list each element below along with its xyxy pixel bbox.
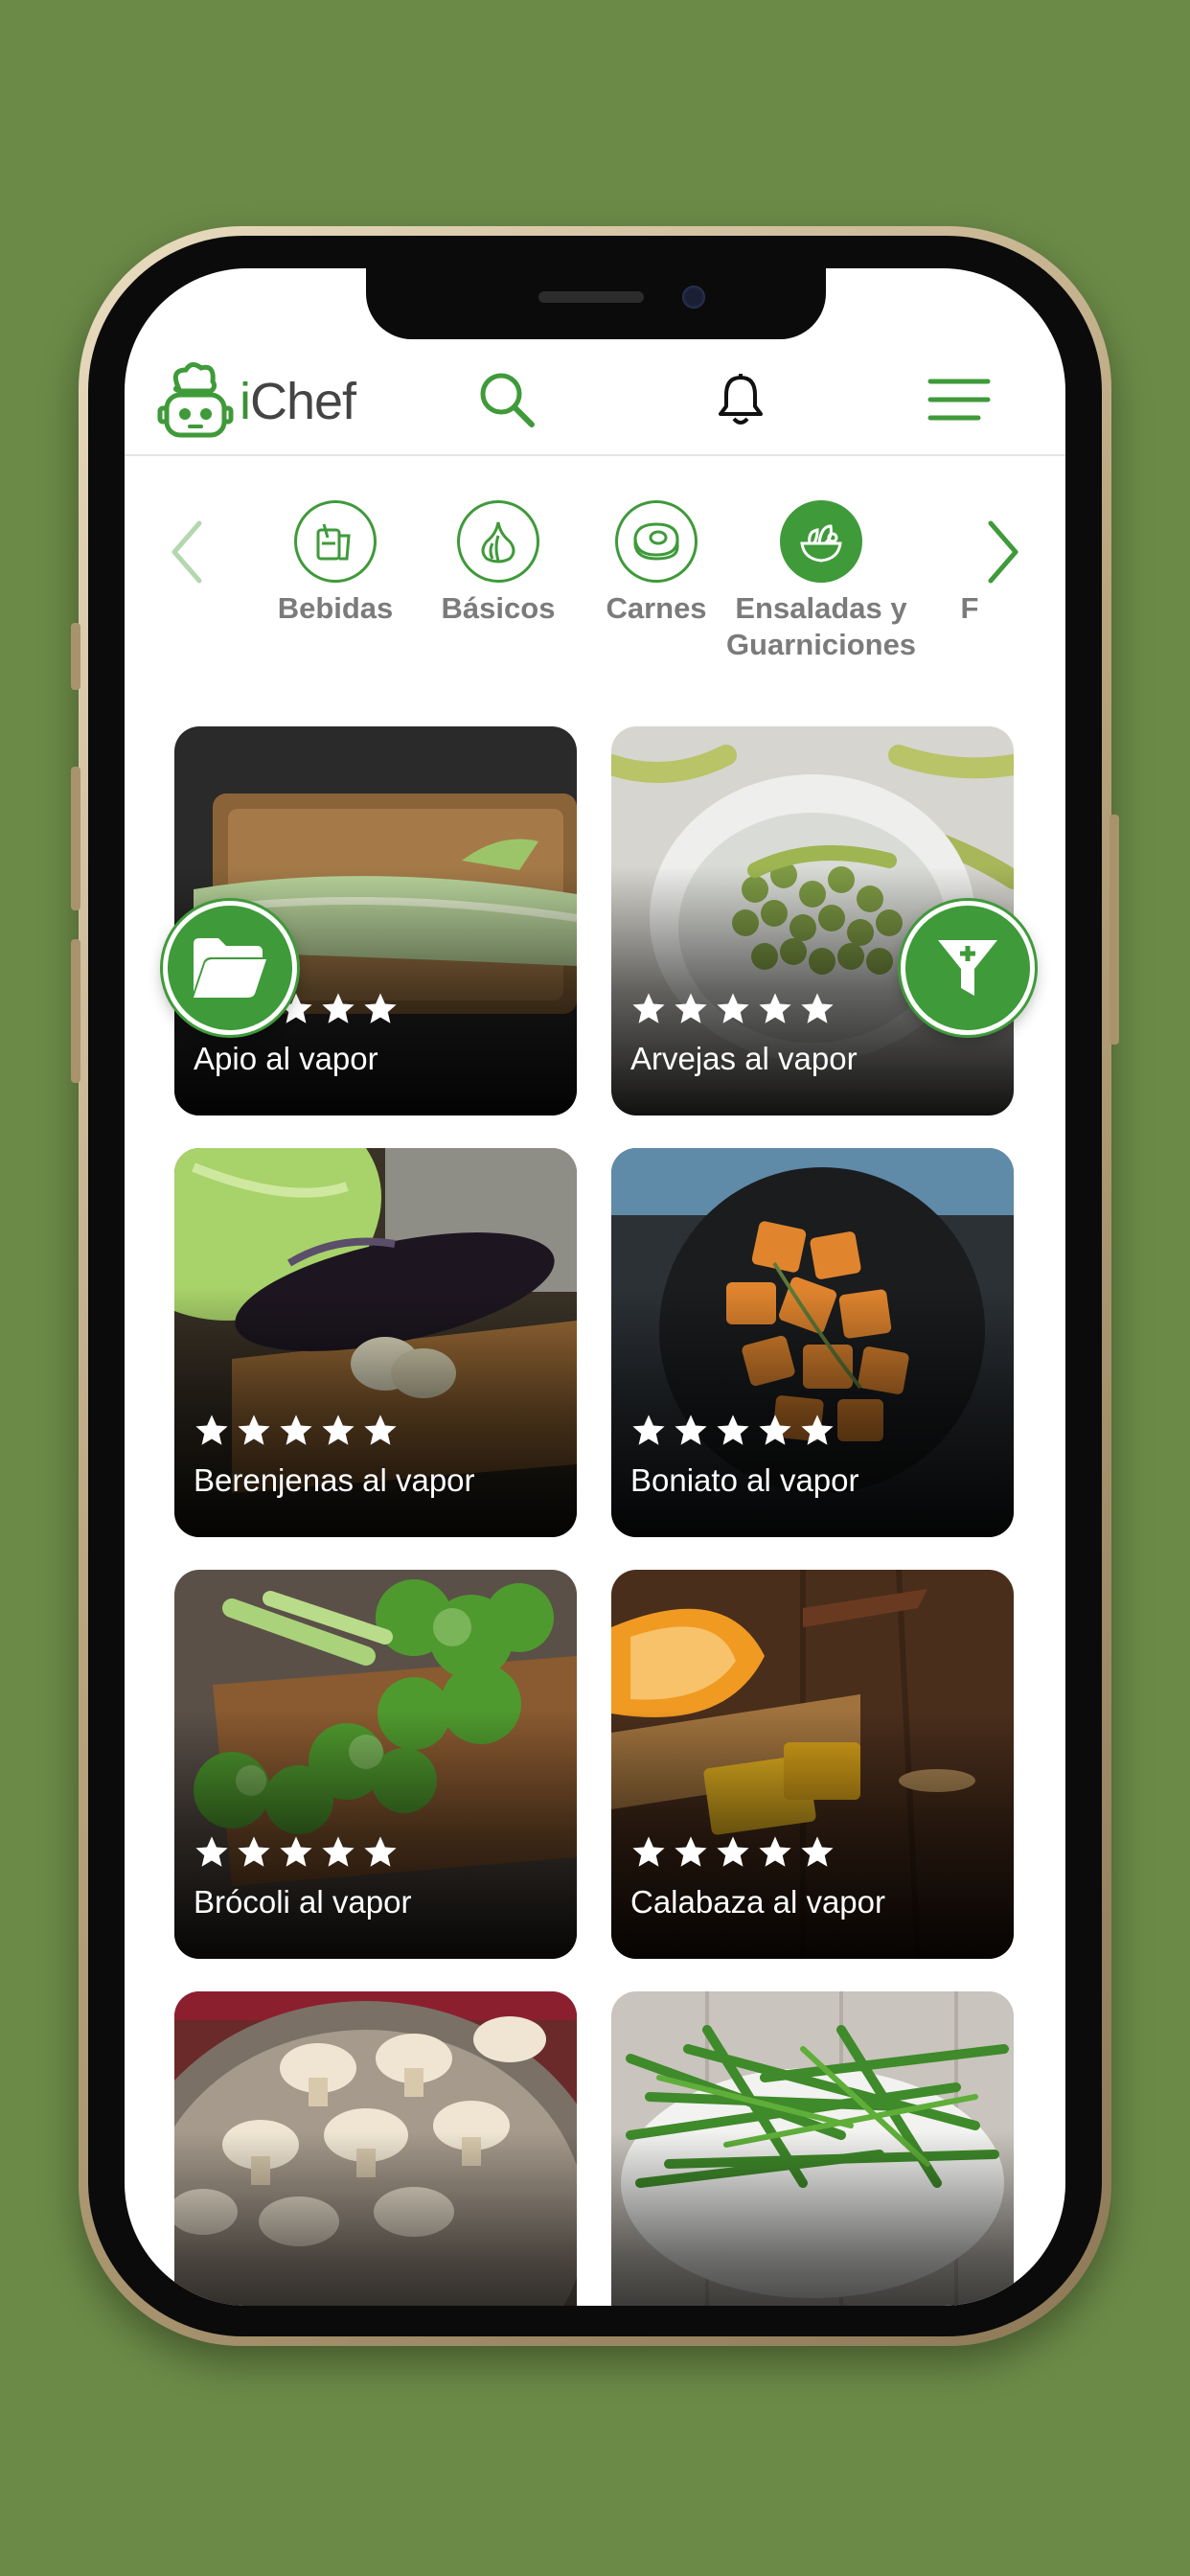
star-icon [759, 1836, 791, 1867]
app-logo[interactable]: iChef [157, 358, 356, 445]
category-label: Básicos [441, 591, 556, 625]
front-camera [682, 286, 705, 309]
mute-switch [71, 623, 80, 690]
recipe-title: Arvejas al vapor [630, 1041, 858, 1076]
star-icon [675, 993, 707, 1024]
folder-icon [194, 938, 266, 998]
folder-button[interactable] [163, 901, 297, 1035]
recipe-card[interactable]: Boniato al vapor [611, 1148, 1014, 1537]
garlic-icon [457, 500, 539, 583]
star-icon [195, 1836, 228, 1867]
star-icon [632, 1414, 665, 1445]
category-bebidas[interactable]: Bebidas [259, 500, 412, 627]
power-button [1110, 815, 1119, 1045]
star-icon [632, 993, 665, 1024]
category-label: Ensaladas y Guarniciones [725, 591, 917, 661]
recipe-title: Berenjenas al vapor [194, 1462, 475, 1498]
star-icon [322, 1414, 355, 1445]
drink-icon [294, 500, 377, 583]
rating-stars [630, 991, 835, 1027]
volume-up-button [71, 767, 80, 910]
recipe-card[interactable] [611, 1991, 1014, 2306]
recipe-card[interactable]: Brócoli al vapor [174, 1570, 577, 1959]
star-icon [717, 993, 749, 1024]
star-icon [238, 1836, 270, 1867]
app-screen: iChef Bebidas Básicos Carnes Ensaladas y… [125, 268, 1065, 2306]
category-label: F [960, 591, 979, 625]
star-icon [322, 993, 355, 1024]
app-header: iChef [125, 339, 1065, 456]
recipe-card[interactable] [174, 1991, 577, 2306]
star-icon [364, 993, 397, 1024]
star-icon [801, 1414, 834, 1445]
meat-icon [615, 500, 698, 583]
filter-button[interactable] [901, 901, 1035, 1035]
category-basicos[interactable]: Básicos [412, 500, 584, 627]
recipe-card[interactable]: Calabaza al vapor [611, 1570, 1014, 1959]
carousel-next-icon[interactable] [979, 514, 1027, 590]
rating-stars [630, 1413, 835, 1449]
star-icon [801, 1836, 834, 1867]
recipe-title: Calabaza al vapor [630, 1884, 885, 1920]
star-icon [759, 1414, 791, 1445]
logo-text: iChef [240, 373, 356, 430]
category-ensaladas-guarniciones[interactable]: Ensaladas y Guarniciones [711, 500, 931, 663]
star-icon [195, 1414, 228, 1445]
rating-stars [194, 1413, 399, 1449]
star-icon [322, 1836, 355, 1867]
star-icon [280, 1836, 312, 1867]
menu-icon[interactable] [927, 368, 991, 431]
recipe-title: Apio al vapor [194, 1041, 378, 1076]
star-icon [364, 1414, 397, 1445]
recipe-card[interactable]: Berenjenas al vapor [174, 1148, 577, 1537]
category-carousel: Bebidas Básicos Carnes Ensaladas y Guarni… [125, 456, 1065, 677]
recipe-title: Brócoli al vapor [194, 1884, 412, 1920]
star-icon [675, 1836, 707, 1867]
star-icon [280, 1414, 312, 1445]
filter-add-icon [938, 940, 997, 996]
carousel-prev-icon[interactable] [163, 514, 211, 590]
volume-down-button [71, 939, 80, 1083]
bell-icon[interactable] [709, 368, 772, 431]
category-label: Carnes [606, 591, 707, 625]
star-icon [759, 993, 791, 1024]
chef-robot-icon [157, 362, 234, 438]
star-icon [238, 1414, 270, 1445]
star-icon [675, 1414, 707, 1445]
speaker [538, 291, 644, 303]
recipe-title: Boniato al vapor [630, 1462, 859, 1498]
search-icon[interactable] [475, 368, 538, 431]
star-icon [364, 1836, 397, 1867]
star-icon [801, 993, 834, 1024]
salad-icon [780, 500, 862, 583]
star-icon [632, 1836, 665, 1867]
rating-stars [194, 1834, 399, 1871]
notch [366, 268, 826, 339]
category-label: Bebidas [277, 591, 394, 625]
star-icon [717, 1836, 749, 1867]
star-icon [717, 1414, 749, 1445]
rating-stars [630, 1834, 835, 1871]
